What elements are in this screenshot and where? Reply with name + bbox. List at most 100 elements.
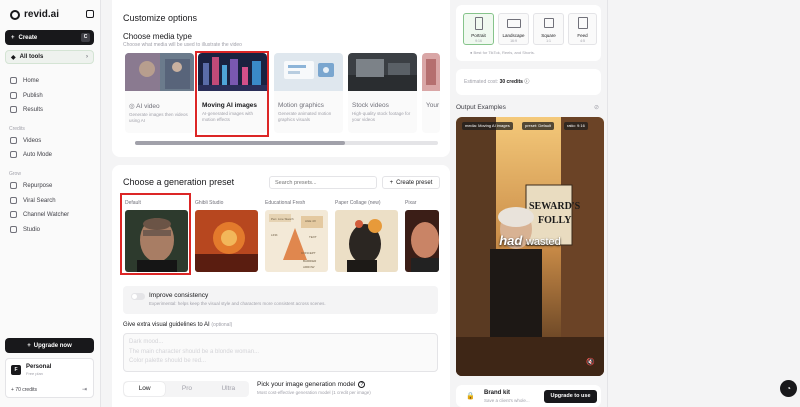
preset-label-ghibli: Ghibli Studio	[195, 200, 224, 206]
aspect-label: Landscape	[502, 33, 525, 38]
aspect-ratio: 1:1	[546, 39, 551, 43]
improve-consistency-row[interactable]: Improve consistency Experimental: helps …	[123, 286, 438, 314]
sidebar-item-videos[interactable]: Videos	[10, 137, 41, 144]
hide-icon[interactable]: ⊘	[594, 104, 599, 111]
upgrade-to-use-button[interactable]: Upgrade to use	[544, 390, 597, 403]
repurpose-icon	[10, 182, 17, 189]
create-button[interactable]: + Create C	[5, 30, 94, 45]
account-plan: Free plan	[26, 371, 43, 376]
search-icon	[10, 197, 17, 204]
customize-options-card: Customize options Choose media type Choo…	[112, 0, 450, 157]
example-video-player[interactable]: SEWARD'S FOLLY media: Moving AI images p…	[456, 117, 604, 376]
preset-pixar[interactable]	[405, 210, 439, 272]
model-title: Pick your image generation model ?	[257, 381, 366, 388]
video-tag-preset: preset: Default	[522, 122, 555, 130]
ghibli-preset-image	[195, 210, 258, 272]
preset-paper-collage[interactable]	[335, 210, 398, 272]
aspect-landscape[interactable]: Landscape 16:9	[498, 13, 529, 45]
help-icon[interactable]: ?	[358, 381, 366, 388]
all-tools-button[interactable]: ◆ All tools ›	[5, 50, 94, 64]
ai-video-thumbnail	[125, 53, 194, 91]
plus-icon: +	[11, 34, 15, 41]
visual-guidelines-textarea[interactable]: Dark mood... The main character should b…	[123, 333, 438, 372]
sidebar-item-results[interactable]: Results	[10, 106, 43, 113]
sign-text-line2: FOLLY	[538, 215, 572, 226]
mute-icon[interactable]: 🔇	[586, 358, 598, 368]
selection-highlight-media	[195, 51, 269, 137]
sidebar-item-viral-search[interactable]: Viral Search	[10, 197, 56, 204]
main-content: Customize options Choose media type Choo…	[112, 0, 450, 407]
aspect-note: ● Best for TikTok, Reels, and Shorts.	[470, 50, 535, 55]
educational-preset-image: Pen: Line Sketch AGE 4X LINK TEXT CONCEP…	[265, 210, 328, 272]
edu-text-concept: CONCEPT	[301, 251, 316, 255]
studio-icon	[10, 226, 17, 233]
preset-title: Choose a generation preset	[123, 177, 235, 187]
publish-icon	[10, 92, 17, 99]
edu-text-barrier: BARRIER	[303, 259, 317, 263]
sidebar-item-repurpose[interactable]: Repurpose	[10, 182, 52, 189]
quality-pro[interactable]: Pro	[166, 381, 207, 397]
create-preset-label: Create preset	[396, 179, 433, 186]
edu-text-arrow: ARROW	[303, 265, 315, 269]
collapse-sidebar-icon[interactable]	[86, 10, 94, 18]
account-name: Personal	[26, 364, 52, 370]
scrollbar-thumb[interactable]	[135, 141, 345, 145]
app-logo[interactable]: revid.ai	[10, 9, 59, 20]
sidebar-item-label: Repurpose	[23, 182, 53, 189]
sidebar-item-label: Studio	[23, 226, 41, 233]
selection-highlight-preset	[120, 193, 191, 275]
preset-educational-fresh[interactable]: Pen: Line Sketch AGE 4X LINK TEXT CONCEP…	[265, 210, 328, 272]
media-type-title-text: Your	[426, 102, 440, 109]
grid-icon: ◆	[11, 54, 16, 61]
media-type-title-text: Motion graphics	[278, 102, 324, 109]
account-card[interactable]: F Personal Free plan + 70 credits ⇥	[5, 358, 94, 398]
upgrade-now-button[interactable]: + Upgrade now	[5, 338, 94, 353]
plus-icon: +	[389, 179, 394, 186]
edu-text-pen: Pen: Line Sketch	[271, 217, 294, 221]
landscape-icon	[507, 19, 521, 28]
sidebar-item-label: Videos	[23, 137, 42, 144]
media-type-scrollbar[interactable]	[135, 141, 438, 145]
preview-panel: Portrait 9:16 Landscape 16:9 Square 1:1 …	[456, 0, 606, 407]
media-type-your[interactable]: Your	[422, 53, 440, 133]
media-type-ai-video[interactable]: ◎ AI video Generate images then videos u…	[125, 53, 194, 133]
preset-ghibli-studio[interactable]	[195, 210, 258, 272]
media-type-motion-graphics[interactable]: Motion graphics Generate animated motion…	[274, 53, 343, 133]
sidebar-item-auto-mode[interactable]: Auto Mode	[10, 151, 52, 158]
results-icon	[10, 106, 17, 113]
improve-consistency-toggle[interactable]	[131, 293, 145, 300]
video-tag-media: media: Moving AI images	[462, 122, 513, 130]
aspect-ratio-card: Portrait 9:16 Landscape 16:9 Square 1:1 …	[456, 5, 601, 61]
aspect-portrait[interactable]: Portrait 9:16	[463, 13, 494, 45]
aspect-ratio: 16:9	[510, 39, 517, 43]
visual-guidelines-label: Give extra visual guidelines to AI (opti…	[123, 322, 232, 328]
sidebar-item-label: Viral Search	[23, 197, 56, 204]
avatar: F	[11, 365, 21, 375]
feed-icon	[578, 17, 588, 29]
create-preset-button[interactable]: + Create preset	[382, 176, 440, 189]
logout-icon[interactable]: ⇥	[82, 386, 87, 393]
sidebar-item-studio[interactable]: Studio	[10, 226, 40, 233]
eye-icon	[10, 211, 17, 218]
info-icon[interactable]: ⓘ	[524, 79, 529, 85]
sidebar-item-label: Channel Watcher	[23, 211, 70, 218]
your-media-thumbnail	[422, 53, 440, 91]
generation-preset-card: Choose a generation preset + Create pres…	[112, 165, 450, 407]
guidelines-label-text: Give extra visual guidelines to AI	[123, 322, 210, 328]
edu-text-text: TEXT	[309, 235, 317, 239]
media-type-stock-videos[interactable]: Stock videos High-quality stock footage …	[348, 53, 417, 133]
sidebar-item-home[interactable]: Home	[10, 77, 39, 84]
guidelines-optional: (optional)	[211, 322, 233, 328]
square-icon	[544, 18, 554, 28]
chat-help-button[interactable]: ◔	[780, 380, 797, 397]
aspect-feed[interactable]: Feed 4:5	[568, 13, 597, 45]
sidebar-item-publish[interactable]: Publish	[10, 92, 43, 99]
aspect-square[interactable]: Square 1:1	[533, 13, 564, 45]
quality-low[interactable]: Low	[124, 382, 166, 396]
all-tools-label: All tools	[19, 54, 44, 60]
motion-graphics-thumbnail	[274, 53, 343, 91]
sidebar-item-channel-watcher[interactable]: Channel Watcher	[10, 211, 69, 218]
quality-ultra[interactable]: Ultra	[208, 381, 249, 397]
preset-search-input[interactable]	[269, 176, 377, 189]
section-grow: Grow	[9, 171, 21, 177]
